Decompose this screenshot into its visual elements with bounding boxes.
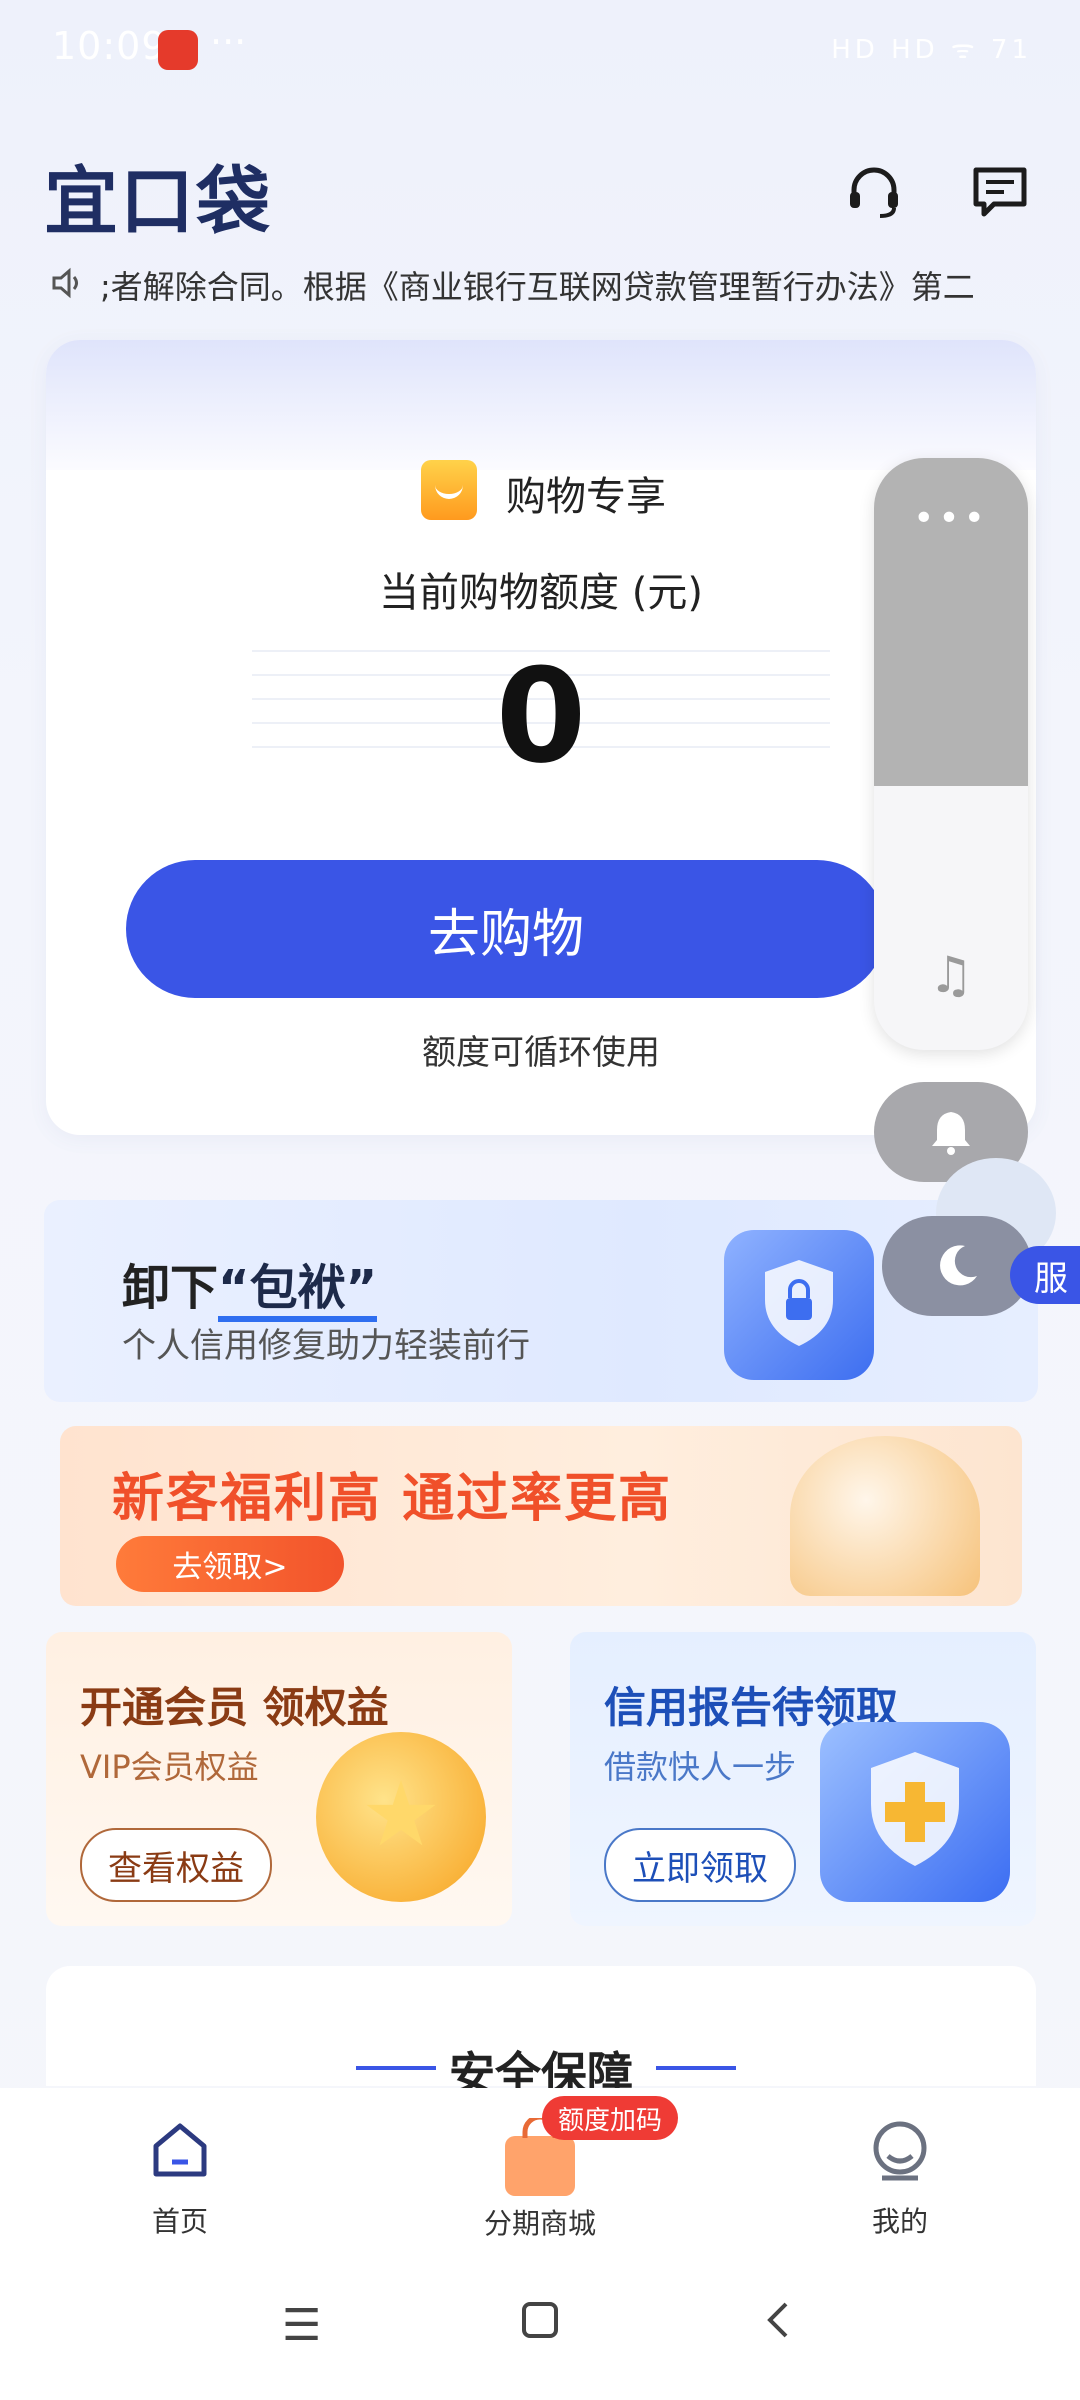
status-icons: HD HD ᯤ 71 (831, 35, 1032, 65)
member-card[interactable]: 开通会员 领权益 VIP会员权益 查看权益 (46, 1632, 512, 1926)
card-tag-label: 购物专享 (506, 474, 666, 520)
claim-button[interactable]: 去领取> (116, 1536, 344, 1592)
back-icon[interactable] (760, 2300, 800, 2351)
volume-panel[interactable]: ••• ♫ (874, 458, 1028, 1050)
app-notification-icon (158, 30, 198, 70)
panel-menu-icon[interactable]: ••• (874, 498, 1028, 539)
go-shopping-button[interactable]: 去购物 (126, 860, 886, 998)
status-time: 10:09 (52, 24, 167, 68)
view-benefits-button[interactable]: 查看权益 (80, 1828, 272, 1902)
member-title: 开通会员 领权益 (80, 1683, 389, 1732)
credit-report-card[interactable]: 信用报告待领取 借款快人一步 立即领取 (570, 1632, 1036, 1926)
shield-plus-icon (820, 1722, 1010, 1902)
new-customer-banner[interactable]: 新客福利高 通过率更高 去领取> (60, 1426, 1022, 1606)
member-subtitle: VIP会员权益 (80, 1748, 259, 1786)
home-icon (153, 2123, 207, 2177)
profile-icon (873, 2121, 927, 2181)
status-more: ··· (210, 20, 247, 64)
speaker-icon (50, 266, 84, 304)
music-icon[interactable]: ♫ (874, 946, 1028, 1004)
app-logo: 宜口袋 (44, 159, 272, 245)
star-coin-icon (316, 1732, 486, 1902)
credit-repair-banner[interactable]: 卸下“包袱” 个人信用修复助力轻装前行 (44, 1200, 1038, 1402)
shield-lock-icon (724, 1230, 874, 1380)
moon-icon[interactable] (882, 1216, 1032, 1316)
home-square-icon[interactable] (520, 2300, 560, 2351)
status-bar: 10:09 ··· HD HD ᯤ 71 (0, 0, 1080, 100)
headset-icon[interactable] (842, 160, 906, 224)
menu-icon[interactable]: ☰ (282, 2300, 321, 2351)
safety-section: 安全保障 (46, 1966, 1036, 2101)
gift-globe-icon (790, 1436, 980, 1596)
quota-badge: 额度加码 (542, 2096, 679, 2140)
claim-report-button[interactable]: 立即领取 (604, 1828, 796, 1902)
report-subtitle: 借款快人一步 (604, 1748, 797, 1786)
notice-bar[interactable]: ;者解除合同。根据《商业银行互联网贷款管理暂行办法》第二 (50, 260, 1040, 310)
banner-title: 卸下“包袱” (122, 1248, 378, 1322)
message-icon[interactable] (968, 160, 1032, 224)
shopping-bag-icon (421, 460, 477, 520)
nav-profile[interactable]: 我的 (790, 2118, 1010, 2240)
bottom-nav: 首页 分期商城 我的 (0, 2088, 1080, 2400)
banner-title: 新客福利高 通过率更高 (112, 1469, 673, 1529)
notice-text: ;者解除合同。根据《商业银行互联网贷款管理暂行办法》第二 (100, 268, 975, 306)
customer-service-tab[interactable]: 服 (1010, 1246, 1080, 1304)
nav-home[interactable]: 首页 (70, 2118, 290, 2240)
banner-subtitle: 个人信用修复助力轻装前行 (122, 1326, 530, 1366)
